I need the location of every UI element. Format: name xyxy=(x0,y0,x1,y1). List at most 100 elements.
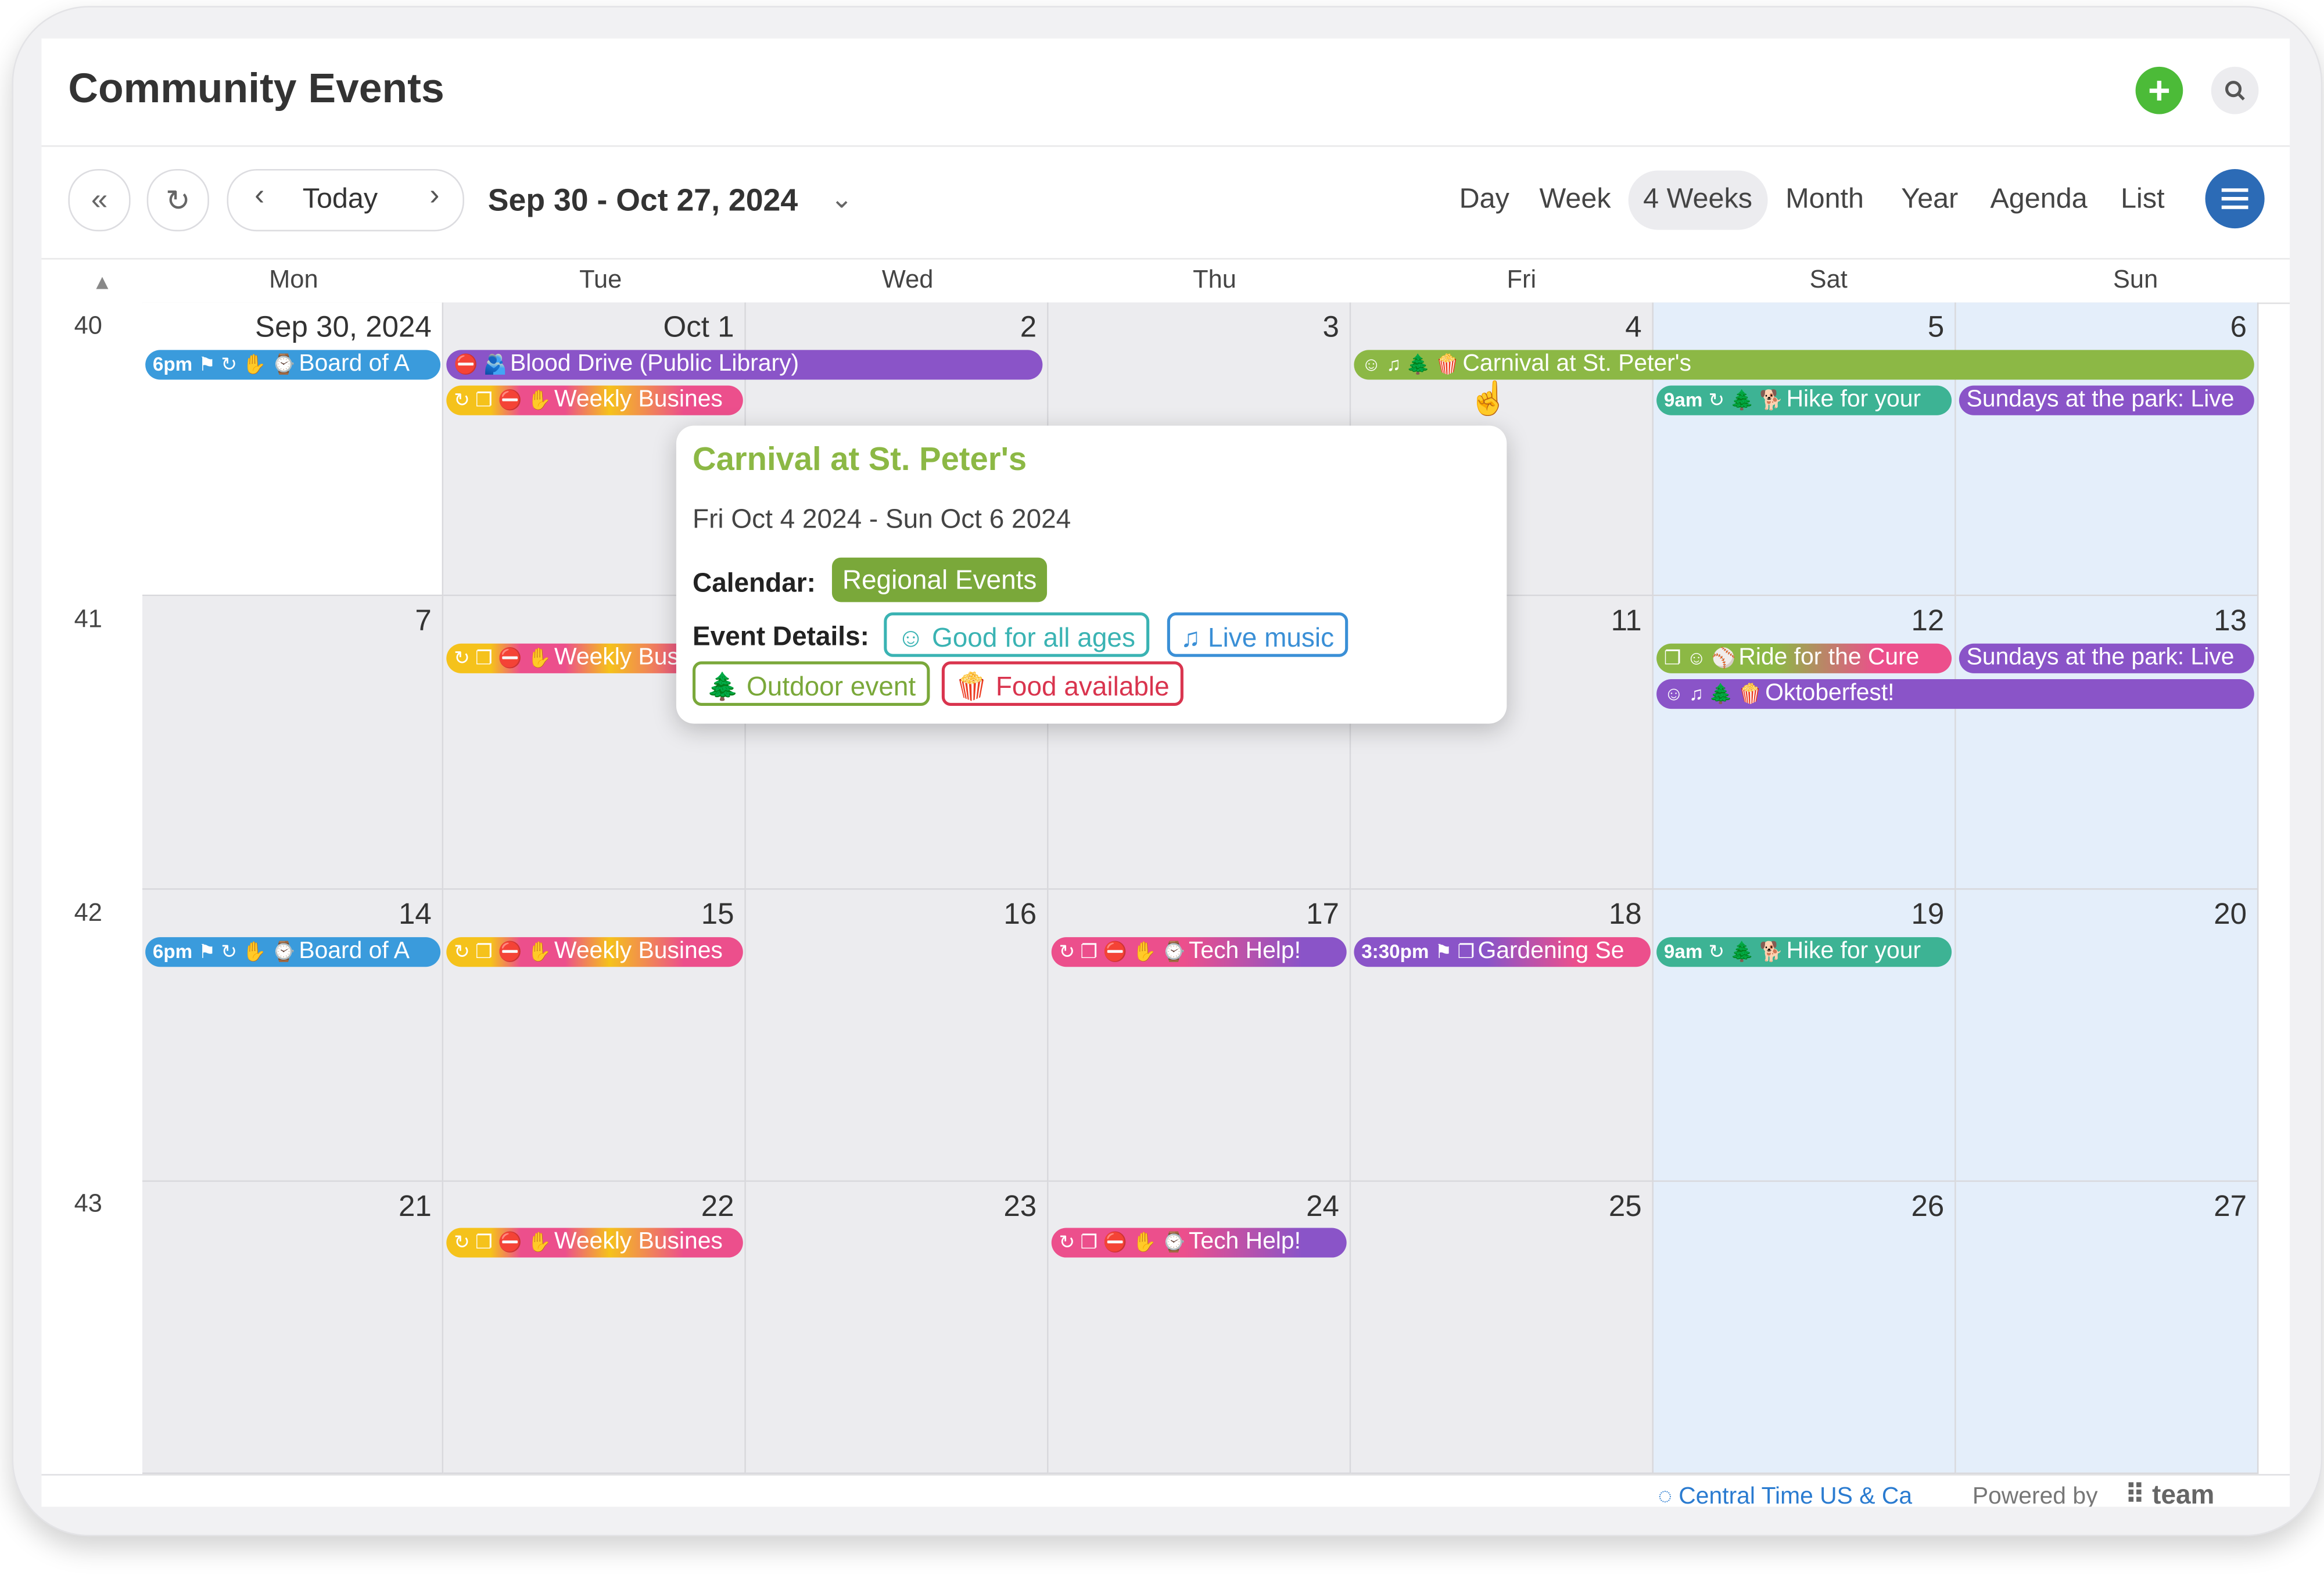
tag-label: Food available xyxy=(995,672,1170,702)
timezone-label: Central Time US & Ca xyxy=(1679,1484,1913,1507)
chevron-right-icon: › xyxy=(429,179,440,213)
view-week[interactable]: Week xyxy=(1539,184,1611,217)
tree-icon: 🌲 xyxy=(705,672,740,702)
search-button[interactable] xyxy=(2211,66,2259,114)
tag-food-available[interactable]: 🍿 Food available xyxy=(941,661,1183,706)
day-number: 21 xyxy=(398,1190,432,1224)
view-4-weeks[interactable]: 4 Weeks xyxy=(1643,184,1752,217)
day-name-sat: Sat xyxy=(1809,265,1848,294)
event-icons: ❐ ☺ ⚾ xyxy=(1663,646,1736,669)
day-number: 22 xyxy=(701,1190,734,1224)
day-cell[interactable]: 14 xyxy=(142,889,444,1182)
powered-by-label: Powered by xyxy=(1972,1484,2098,1507)
day-cell[interactable]: Sep 30, 2024 xyxy=(142,302,444,597)
date-range-title[interactable]: Sep 30 - Oct 27, 2024 xyxy=(488,184,798,220)
next-button[interactable]: › xyxy=(415,180,454,221)
event-oktoberfest[interactable]: ☺ ♫ 🌲 🍿 Oktoberfest! xyxy=(1656,679,2254,709)
smiley-icon: ☺ xyxy=(897,623,925,653)
week-number: 41 xyxy=(74,605,102,633)
event-board-meeting[interactable]: 6pm ⚑ ↻ ✋ ⌚ Board of A xyxy=(145,937,441,967)
day-cell[interactable]: 24 xyxy=(1048,1182,1351,1474)
event-icons: ☺ ♫ 🌲 🍿 xyxy=(1361,353,1460,375)
tag-good-for-all-ages[interactable]: ☺ Good for all ages xyxy=(884,612,1149,657)
event-tech-help[interactable]: ↻ ❐ ⛔ ✋ ⌚ Tech Help! xyxy=(1051,937,1347,967)
event-title: Hike for your xyxy=(1786,938,1921,964)
brand-logo[interactable]: ⠿ team xyxy=(2125,1480,2215,1506)
event-time: 6pm xyxy=(152,940,193,963)
event-gardening[interactable]: 3:30pm ⚑ ❐ Gardening Se xyxy=(1354,937,1651,967)
calendar-label: Calendar: xyxy=(693,568,816,598)
calendar-toolbar: « ↻ ‹ Today › Sep 30 - Oct 27, 2024 ⌄ Da… xyxy=(41,145,2290,260)
event-title: Hike for your xyxy=(1786,387,1921,412)
event-hike[interactable]: 9am ↻ 🌲 🐕 Hike for your xyxy=(1656,385,1952,415)
day-number: 18 xyxy=(1608,898,1642,931)
day-cell[interactable]: 7 xyxy=(142,596,444,890)
day-cell[interactable]: 15 xyxy=(443,889,746,1182)
event-tech-help[interactable]: ↻ ❐ ⛔ ✋ ⌚ Tech Help! xyxy=(1051,1228,1347,1258)
day-cell[interactable]: 21 xyxy=(142,1182,444,1474)
event-icons: ↻ ❐ ⛔ ✋ ⌚ xyxy=(1059,1230,1186,1253)
event-icons: ⚑ ↻ ✋ ⌚ xyxy=(198,353,296,375)
event-icons: ☺ ♫ 🌲 🍿 xyxy=(1663,682,1762,705)
event-weekly-business[interactable]: ↻ ❐ ⛔ ✋ Weekly Busines xyxy=(446,937,743,967)
day-cell[interactable]: 26 xyxy=(1654,1182,1956,1474)
event-time: 9am xyxy=(1663,388,1703,411)
event-title: Gardening Se xyxy=(1477,938,1624,964)
event-carnival[interactable]: ☺ ♫ 🌲 🍿 Carnival at St. Peter's xyxy=(1354,350,2254,380)
event-title: Sundays at the park: Live xyxy=(1966,645,2235,670)
day-cell[interactable]: 13 xyxy=(1956,596,2259,890)
day-cell[interactable]: 17 xyxy=(1048,889,1351,1182)
calendar-badge[interactable]: Regional Events xyxy=(831,557,1048,602)
chevron-down-icon[interactable]: ⌄ xyxy=(830,184,853,216)
day-cell[interactable]: 27 xyxy=(1956,1182,2259,1474)
menu-button[interactable] xyxy=(2205,168,2265,229)
day-cell[interactable]: 19 xyxy=(1654,889,1956,1182)
day-cell[interactable]: 5 xyxy=(1654,302,1956,597)
event-popup: Carnival at St. Peter's Fri Oct 4 2024 -… xyxy=(676,425,1507,724)
view-day[interactable]: Day xyxy=(1459,184,1509,217)
view-list[interactable]: List xyxy=(2121,184,2164,217)
timezone-link[interactable]: ◌ Central Time US & Ca xyxy=(1658,1484,1912,1506)
globe-icon: ◌ xyxy=(1658,1484,1679,1507)
collapse-arrow-icon[interactable]: ▲ xyxy=(92,270,112,294)
tag-outdoor-event[interactable]: 🌲 Outdoor event xyxy=(693,661,930,706)
refresh-button[interactable]: ↻ xyxy=(146,168,209,232)
day-cell[interactable]: 25 xyxy=(1351,1182,1654,1474)
day-cell[interactable]: 22 xyxy=(443,1182,746,1474)
event-icons: ↻ ❐ ⛔ ✋ xyxy=(454,1230,551,1253)
event-board-meeting[interactable]: 6pm ⚑ ↻ ✋ ⌚ Board of A xyxy=(145,350,441,380)
day-name-tue: Tue xyxy=(579,265,622,294)
event-weekly-business[interactable]: ↻ ❐ ⛔ ✋ Weekly Busines xyxy=(446,1228,743,1258)
collapse-sidebar-button[interactable]: « xyxy=(68,168,131,232)
view-agenda[interactable]: Agenda xyxy=(1990,184,2087,217)
tag-live-music[interactable]: ♫ Live music xyxy=(1167,612,1348,657)
day-cell[interactable]: 12 xyxy=(1654,596,1956,890)
event-hike[interactable]: 9am ↻ 🌲 🐕 Hike for your xyxy=(1656,937,1952,967)
event-sundays-park[interactable]: Sundays at the park: Live xyxy=(1959,385,2254,415)
event-icons: ↻ ❐ ⛔ ✋ ⌚ xyxy=(1059,940,1186,963)
calendar-footer: ◌ Central Time US & Ca Powered by ⠿ team xyxy=(41,1474,2290,1507)
app-title: Community Events xyxy=(68,65,444,112)
day-cell[interactable]: 6 xyxy=(1956,302,2259,597)
day-number: 27 xyxy=(2214,1190,2247,1224)
day-cell[interactable]: 16 xyxy=(745,889,1049,1182)
day-cell[interactable]: 18 xyxy=(1351,889,1654,1182)
event-blood-drive[interactable]: ⛔ 🫂 Blood Drive (Public Library) xyxy=(446,350,1043,380)
popcorn-icon: 🍿 xyxy=(955,672,989,702)
event-title: Weekly Busines xyxy=(554,1229,723,1255)
day-number: 23 xyxy=(1003,1190,1037,1224)
event-ride-for-cure[interactable]: ❐ ☺ ⚾ Ride for the Cure xyxy=(1656,643,1952,673)
add-event-button[interactable]: + xyxy=(2135,66,2183,114)
today-button[interactable]: Today xyxy=(303,184,378,217)
event-sundays-park[interactable]: Sundays at the park: Live xyxy=(1959,643,2254,673)
event-weekly-business[interactable]: ↻ ❐ ⛔ ✋ Weekly Busines xyxy=(446,385,743,415)
view-year[interactable]: Year xyxy=(1901,184,1958,217)
day-name-mon: Mon xyxy=(269,265,318,294)
event-icons: ↻ ❐ ⛔ ✋ xyxy=(454,646,551,669)
view-month[interactable]: Month xyxy=(1785,184,1864,217)
previous-button[interactable]: ‹ xyxy=(241,180,279,221)
event-icons: ⚑ ↻ ✋ ⌚ xyxy=(198,940,296,963)
day-cell[interactable]: 23 xyxy=(745,1182,1049,1474)
event-time: 9am xyxy=(1663,940,1703,963)
day-cell[interactable]: 20 xyxy=(1956,889,2259,1182)
